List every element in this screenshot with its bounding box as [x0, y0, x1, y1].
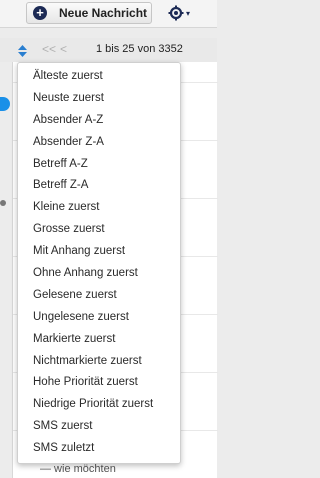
- list-header: << < 1 bis 25 von 3352: [0, 38, 217, 62]
- sort-menu: Älteste zuerst Neuste zuerst Absender A-…: [17, 62, 181, 464]
- sort-option[interactable]: Nichtmarkierte zuerst: [18, 351, 180, 373]
- sort-option[interactable]: Mit Anhang zuerst: [18, 241, 180, 263]
- sort-option[interactable]: SMS zuerst: [18, 416, 180, 438]
- sort-option[interactable]: Ohne Anhang zuerst: [18, 263, 180, 285]
- status-dot-icon: [0, 200, 6, 206]
- sort-option[interactable]: Niedrige Priorität zuerst: [18, 394, 180, 416]
- sort-option[interactable]: Grosse zuerst: [18, 219, 180, 241]
- sort-option[interactable]: Markierte zuerst: [18, 329, 180, 351]
- first-page-button[interactable]: <<: [42, 42, 56, 56]
- sort-option[interactable]: Älteste zuerst: [18, 66, 180, 88]
- plus-circle-icon: +: [33, 6, 47, 20]
- sort-option[interactable]: Absender A-Z: [18, 110, 180, 132]
- list-preview-text: — wie möchten: [40, 463, 116, 475]
- settings-menu-button[interactable]: ▾: [168, 2, 200, 24]
- chevron-down-icon: ▾: [186, 8, 191, 18]
- new-message-button[interactable]: + Neue Nachricht: [26, 2, 152, 24]
- toolbar: + Neue Nachricht ▾: [0, 0, 217, 28]
- pagination-text: 1 bis 25 von 3352: [96, 43, 183, 55]
- sort-option[interactable]: Betreff Z-A: [18, 175, 180, 197]
- sort-option[interactable]: Hohe Priorität zuerst: [18, 372, 180, 394]
- gear-icon: [168, 5, 184, 21]
- sort-option[interactable]: Betreff A-Z: [18, 154, 180, 176]
- previous-page-button[interactable]: <: [60, 42, 67, 56]
- sort-option[interactable]: SMS zuletzt: [18, 438, 180, 460]
- sort-option[interactable]: Neuste zuerst: [18, 88, 180, 110]
- sort-option[interactable]: Gelesene zuerst: [18, 285, 180, 307]
- sort-toggle-icon[interactable]: [18, 44, 27, 62]
- sort-option[interactable]: Absender Z-A: [18, 132, 180, 154]
- unread-indicator: [0, 97, 10, 111]
- sort-option[interactable]: Kleine zuerst: [18, 197, 180, 219]
- new-message-label: Neue Nachricht: [59, 6, 148, 20]
- sort-option[interactable]: Ungelesene zuerst: [18, 307, 180, 329]
